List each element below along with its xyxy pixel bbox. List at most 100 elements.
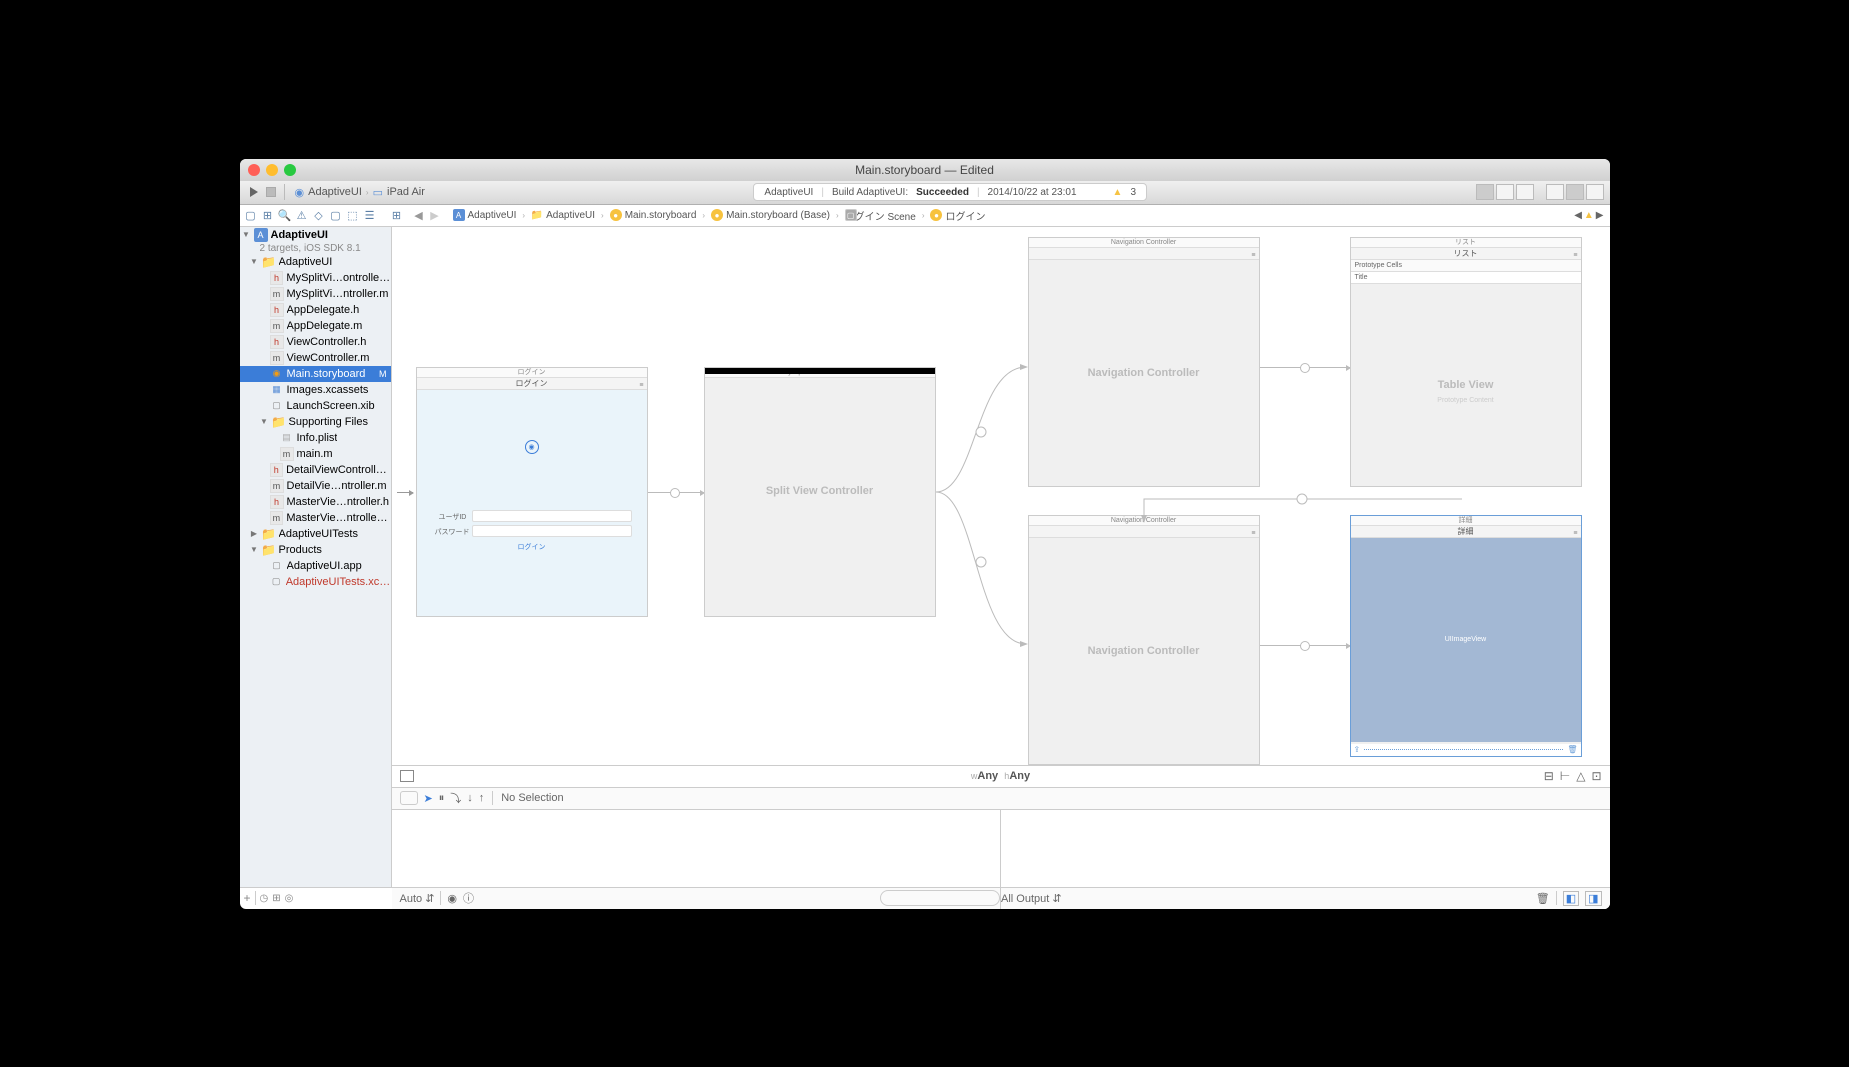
clear-console-icon[interactable]: 🗑 [1536, 892, 1550, 905]
file-row[interactable]: mMasterVie…ntroller.m [240, 510, 391, 526]
crumb-scene[interactable]: ▢ログイン Scene [841, 208, 920, 223]
group-row[interactable]: ▶📁AdaptiveUITests [240, 526, 391, 542]
file-row[interactable]: ▦Images.xcassets [240, 382, 391, 398]
image-view[interactable]: UIImageView [1351, 538, 1581, 742]
align-button[interactable]: ⊟ [1544, 769, 1554, 783]
scene-login[interactable]: ログイン ログイン≡ ◉ ユーザID パスワード ログイン [416, 367, 648, 617]
scene-detail[interactable]: 詳細 詳細≡ UIImageView ⇪ 🗑 [1350, 515, 1582, 757]
recent-filter-icon[interactable]: ◷ [260, 893, 269, 904]
breakpoint-nav-icon[interactable]: ⬚ [345, 207, 361, 223]
standard-editor-button[interactable] [1476, 184, 1494, 200]
console-view[interactable] [1001, 809, 1610, 887]
resize-button[interactable]: ⊡ [1591, 769, 1601, 783]
add-button[interactable]: + [244, 891, 251, 905]
file-row[interactable]: hMySplitVi…ontroller.h [240, 270, 391, 286]
file-row[interactable]: mmain.m [240, 446, 391, 462]
file-row[interactable]: mMySplitVi…ntroller.m [240, 286, 391, 302]
hide-debug-icon[interactable] [400, 791, 418, 805]
step-out-icon[interactable]: ↑ [479, 792, 485, 804]
run-button[interactable] [246, 183, 262, 201]
segue-arrow[interactable] [1260, 367, 1350, 368]
toggle-utilities-button[interactable] [1586, 184, 1604, 200]
file-row[interactable]: hViewController.h [240, 334, 391, 350]
scene-nav2[interactable]: Navigation Controller ≡ Navigation Contr… [1028, 515, 1260, 765]
document-outline-toggle[interactable] [400, 770, 414, 782]
auto-scope-selector[interactable]: Auto ⇵ [400, 892, 435, 905]
scene-nav1[interactable]: Navigation Controller ≡ Navigation Contr… [1028, 237, 1260, 487]
pane-left-icon[interactable]: ◧ [1563, 891, 1579, 906]
crumb-file[interactable]: ●Main.storyboard [606, 209, 701, 221]
share-icon[interactable]: ⇪ [1354, 745, 1361, 754]
print-icon[interactable]: ⓘ [463, 890, 474, 906]
camera-icon[interactable]: ◉ [525, 440, 539, 454]
quicklook-icon[interactable]: ◉ [447, 892, 457, 905]
file-row[interactable]: hDetailViewController.h [240, 462, 391, 478]
step-in-icon[interactable]: ↓ [467, 792, 473, 804]
toggle-debug-button[interactable] [1566, 184, 1584, 200]
file-row[interactable]: mAppDelegate.m [240, 318, 391, 334]
pin-button[interactable]: ⊢ [1560, 769, 1570, 783]
project-row[interactable]: ▼A AdaptiveUI [240, 227, 391, 243]
crumb-base[interactable]: ●Main.storyboard (Base) [707, 209, 834, 221]
titlebar[interactable]: Main.storyboard — Edited [240, 159, 1610, 181]
trash-icon[interactable]: 🗑 [1567, 745, 1577, 754]
file-row[interactable]: ▢AdaptiveUI.app [240, 558, 391, 574]
file-row[interactable]: hMasterVie…ntroller.h [240, 494, 391, 510]
test-nav-icon[interactable]: ◇ [311, 207, 327, 223]
prototype-cell[interactable]: Title [1351, 272, 1581, 284]
close-icon[interactable] [248, 164, 260, 176]
file-row[interactable]: ▤Info.plist [240, 430, 391, 446]
crumb-group[interactable]: 📁AdaptiveUI [527, 209, 599, 221]
output-selector[interactable]: All Output ⇵ [1001, 892, 1062, 905]
user-id-input[interactable] [472, 510, 632, 522]
prev-issue-icon[interactable]: ◀ [1574, 210, 1582, 221]
file-row[interactable]: ▢LaunchScreen.xib [240, 398, 391, 414]
issue-nav-icon[interactable]: ⚠ [294, 207, 310, 223]
group-row[interactable]: ▼📁 AdaptiveUI [240, 254, 391, 270]
scheme-selector[interactable]: ◉ AdaptiveUI › ▭ iPad Air [295, 186, 425, 199]
step-over-icon[interactable]: ⤵ [450, 790, 461, 806]
filter-icon[interactable]: ◎ [285, 893, 294, 904]
pause-icon[interactable]: ⏸ [439, 792, 445, 805]
entry-point-arrow[interactable] [397, 492, 413, 493]
size-class-control[interactable]: wAny hAny [971, 770, 1030, 782]
scm-filter-icon[interactable]: ⊞ [272, 893, 280, 904]
project-nav-icon[interactable]: ▢ [243, 207, 259, 223]
next-issue-icon[interactable]: ▶ [1596, 210, 1604, 221]
file-row-selected[interactable]: ◉Main.storyboardM [240, 366, 391, 382]
minimize-icon[interactable] [266, 164, 278, 176]
scene-list[interactable]: リスト リスト≡ Prototype Cells Title Table Vie… [1350, 237, 1582, 487]
scene-split[interactable]: My Split View Controller Split View Cont… [704, 367, 936, 617]
project-navigator[interactable]: ▼A AdaptiveUI 2 targets, iOS SDK 8.1 ▼📁 … [240, 227, 392, 887]
crumb-vc[interactable]: ●ログイン [926, 208, 989, 223]
report-nav-icon[interactable]: ☰ [362, 207, 378, 223]
resolve-button[interactable]: △ [1576, 769, 1585, 783]
file-row[interactable]: ▢AdaptiveUITests.xctest [240, 574, 391, 590]
related-items-icon[interactable]: ⊞ [389, 207, 405, 223]
canvas[interactable]: ログイン ログイン≡ ◉ ユーザID パスワード ログイン My Split V… [392, 227, 1610, 765]
find-nav-icon[interactable]: 🔍 [277, 207, 293, 223]
variables-filter[interactable] [880, 890, 1000, 906]
segue-arrow[interactable] [1260, 645, 1350, 646]
file-row[interactable]: hAppDelegate.h [240, 302, 391, 318]
toggle-navigator-button[interactable] [1546, 184, 1564, 200]
password-input[interactable] [472, 525, 632, 537]
status-pill[interactable]: AdaptiveUI | Build AdaptiveUI: Succeeded… [753, 183, 1147, 201]
group-row[interactable]: ▼📁Supporting Files [240, 414, 391, 430]
breakpoint-toggle-icon[interactable]: ➤ [424, 792, 433, 805]
variables-view[interactable] [392, 809, 1002, 887]
pane-right-icon[interactable]: ◨ [1585, 891, 1601, 906]
symbol-nav-icon[interactable]: ⊞ [260, 207, 276, 223]
version-editor-button[interactable] [1516, 184, 1534, 200]
group-row[interactable]: ▼📁Products [240, 542, 391, 558]
stop-button[interactable] [262, 183, 280, 201]
login-button[interactable]: ログイン [518, 542, 546, 552]
file-row[interactable]: mDetailVie…ntroller.m [240, 478, 391, 494]
assistant-editor-button[interactable] [1496, 184, 1514, 200]
crumb-project[interactable]: AAdaptiveUI [449, 209, 521, 221]
file-row[interactable]: mViewController.m [240, 350, 391, 366]
segue-arrow[interactable] [648, 492, 704, 493]
zoom-icon[interactable] [284, 164, 296, 176]
forward-button[interactable]: ▶ [427, 207, 443, 223]
debug-nav-icon[interactable]: ▢ [328, 207, 344, 223]
